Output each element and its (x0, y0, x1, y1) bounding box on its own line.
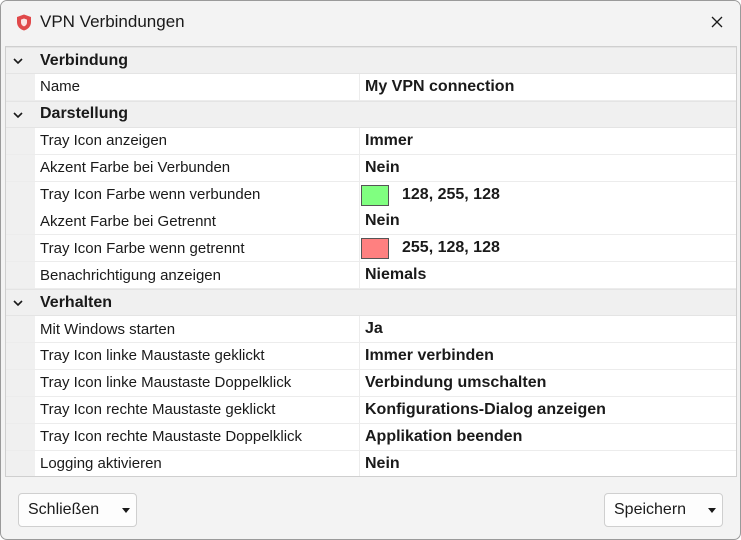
property-row[interactable]: Akzent Farbe bei Getrennt Nein (6, 208, 736, 236)
property-row[interactable]: Tray Icon rechte Maustaste Doppelklick Ap… (6, 423, 736, 451)
property-label: Akzent Farbe bei Verbunden (40, 159, 231, 177)
property-value[interactable]: Niemals (365, 266, 426, 284)
color-swatch[interactable] (361, 184, 389, 206)
save-dropdown-button[interactable]: Speichern (604, 493, 723, 527)
dropdown-arrow-icon[interactable] (122, 508, 130, 513)
chevron-down-icon[interactable] (12, 109, 24, 121)
row-margin (6, 262, 35, 289)
category-row-darstellung[interactable]: Darstellung (6, 100, 736, 128)
row-margin (6, 396, 35, 423)
column-divider[interactable] (359, 181, 360, 208)
close-button[interactable] (694, 1, 740, 43)
property-value[interactable]: Nein (365, 455, 400, 473)
row-margin (6, 154, 35, 181)
row-margin (6, 423, 35, 450)
row-margin (6, 208, 35, 235)
property-label: Benachrichtigung anzeigen (40, 266, 221, 284)
property-value[interactable]: Ja (365, 320, 383, 338)
property-label: Tray Icon linke Maustaste Doppelklick (40, 374, 292, 392)
property-value[interactable]: Nein (365, 212, 400, 230)
property-label: Tray Icon anzeigen (40, 132, 168, 150)
property-value[interactable]: Nein (365, 159, 400, 177)
column-divider[interactable] (359, 208, 360, 235)
property-value[interactable]: Verbindung umschalten (365, 374, 546, 392)
row-margin (6, 369, 35, 396)
column-divider[interactable] (359, 127, 360, 154)
property-label: Mit Windows starten (40, 320, 176, 338)
property-row[interactable]: Logging aktivieren Nein (6, 450, 736, 476)
property-row[interactable]: Name My VPN connection (6, 73, 736, 101)
property-value[interactable]: Applikation beenden (365, 428, 522, 446)
property-label: Tray Icon rechte Maustaste geklickt (40, 401, 276, 419)
close-dropdown-button[interactable]: Schließen (18, 493, 137, 527)
category-row-verhalten[interactable]: Verhalten (6, 289, 736, 317)
chevron-down-icon[interactable] (12, 55, 24, 67)
column-divider[interactable] (359, 396, 360, 423)
row-margin (6, 450, 35, 476)
property-label: Name (40, 78, 81, 96)
property-value[interactable]: Immer verbinden (365, 347, 494, 365)
property-row[interactable]: Tray Icon anzeigen Immer (6, 127, 736, 155)
close-button-label: Schließen (28, 501, 100, 518)
property-value[interactable]: Konfigurations-Dialog anzeigen (365, 401, 606, 419)
close-icon (711, 16, 723, 28)
property-value[interactable]: 255, 128, 128 (402, 239, 500, 257)
shield-icon (17, 14, 31, 31)
color-swatch[interactable] (361, 238, 389, 260)
row-margin (6, 235, 35, 262)
property-label: Tray Icon Farbe wenn getrennt (40, 239, 245, 257)
property-grid[interactable]: Verbindung Name My VPN connection Darstellu… (5, 46, 737, 477)
property-label: Tray Icon Farbe wenn verbunden (40, 186, 261, 203)
property-label: Tray Icon linke Maustaste geklickt (40, 347, 265, 365)
save-button-label: Speichern (614, 501, 687, 518)
column-divider[interactable] (359, 262, 360, 289)
row-margin (6, 342, 35, 369)
row-margin (6, 73, 35, 100)
row-margin (6, 181, 35, 208)
property-label: Logging aktivieren (40, 455, 162, 472)
title-bar: VPN Verbindungen (1, 1, 740, 43)
row-margin (6, 316, 35, 342)
property-row[interactable]: Tray Icon linke Maustaste Doppelklick Ver… (6, 369, 736, 397)
property-label: Akzent Farbe bei Getrennt (40, 212, 216, 230)
column-divider[interactable] (359, 423, 360, 450)
category-label: Darstellung (40, 105, 129, 123)
window-title: VPN Verbindungen (40, 12, 185, 31)
property-value[interactable]: Immer (365, 132, 413, 150)
column-divider[interactable] (359, 154, 360, 181)
property-row[interactable]: Akzent Farbe bei Verbunden Nein (6, 154, 736, 182)
property-row[interactable]: Mit Windows starten Ja (6, 316, 736, 343)
row-margin (6, 127, 35, 154)
column-divider[interactable] (359, 316, 360, 342)
column-divider[interactable] (359, 369, 360, 396)
vpn-dialog-window: VPN Verbindungen Verbindung Name My VPN co… (0, 0, 741, 540)
property-value[interactable]: My VPN connection (365, 78, 514, 96)
property-value[interactable]: 128, 255, 128 (402, 186, 500, 204)
property-row[interactable]: Tray Icon linke Maustaste geklickt Immer … (6, 342, 736, 370)
column-divider[interactable] (359, 342, 360, 369)
property-row[interactable]: Tray Icon Farbe wenn verbunden 128, 255, … (6, 181, 736, 209)
column-divider[interactable] (359, 73, 360, 100)
chevron-down-icon[interactable] (12, 297, 24, 309)
dropdown-arrow-icon[interactable] (708, 508, 716, 513)
column-divider[interactable] (359, 450, 360, 476)
column-divider[interactable] (359, 235, 360, 262)
property-label: Tray Icon rechte Maustaste Doppelklick (40, 428, 303, 446)
property-row[interactable]: Tray Icon Farbe wenn getrennt 255, 128, 1… (6, 235, 736, 263)
category-label: Verbindung (40, 51, 128, 69)
property-row[interactable]: Tray Icon rechte Maustaste geklickt Konfi… (6, 396, 736, 424)
property-row[interactable]: Benachrichtigung anzeigen Niemals (6, 262, 736, 290)
category-label: Verhalten (40, 293, 113, 311)
category-row-verbindung[interactable]: Verbindung (6, 47, 736, 74)
